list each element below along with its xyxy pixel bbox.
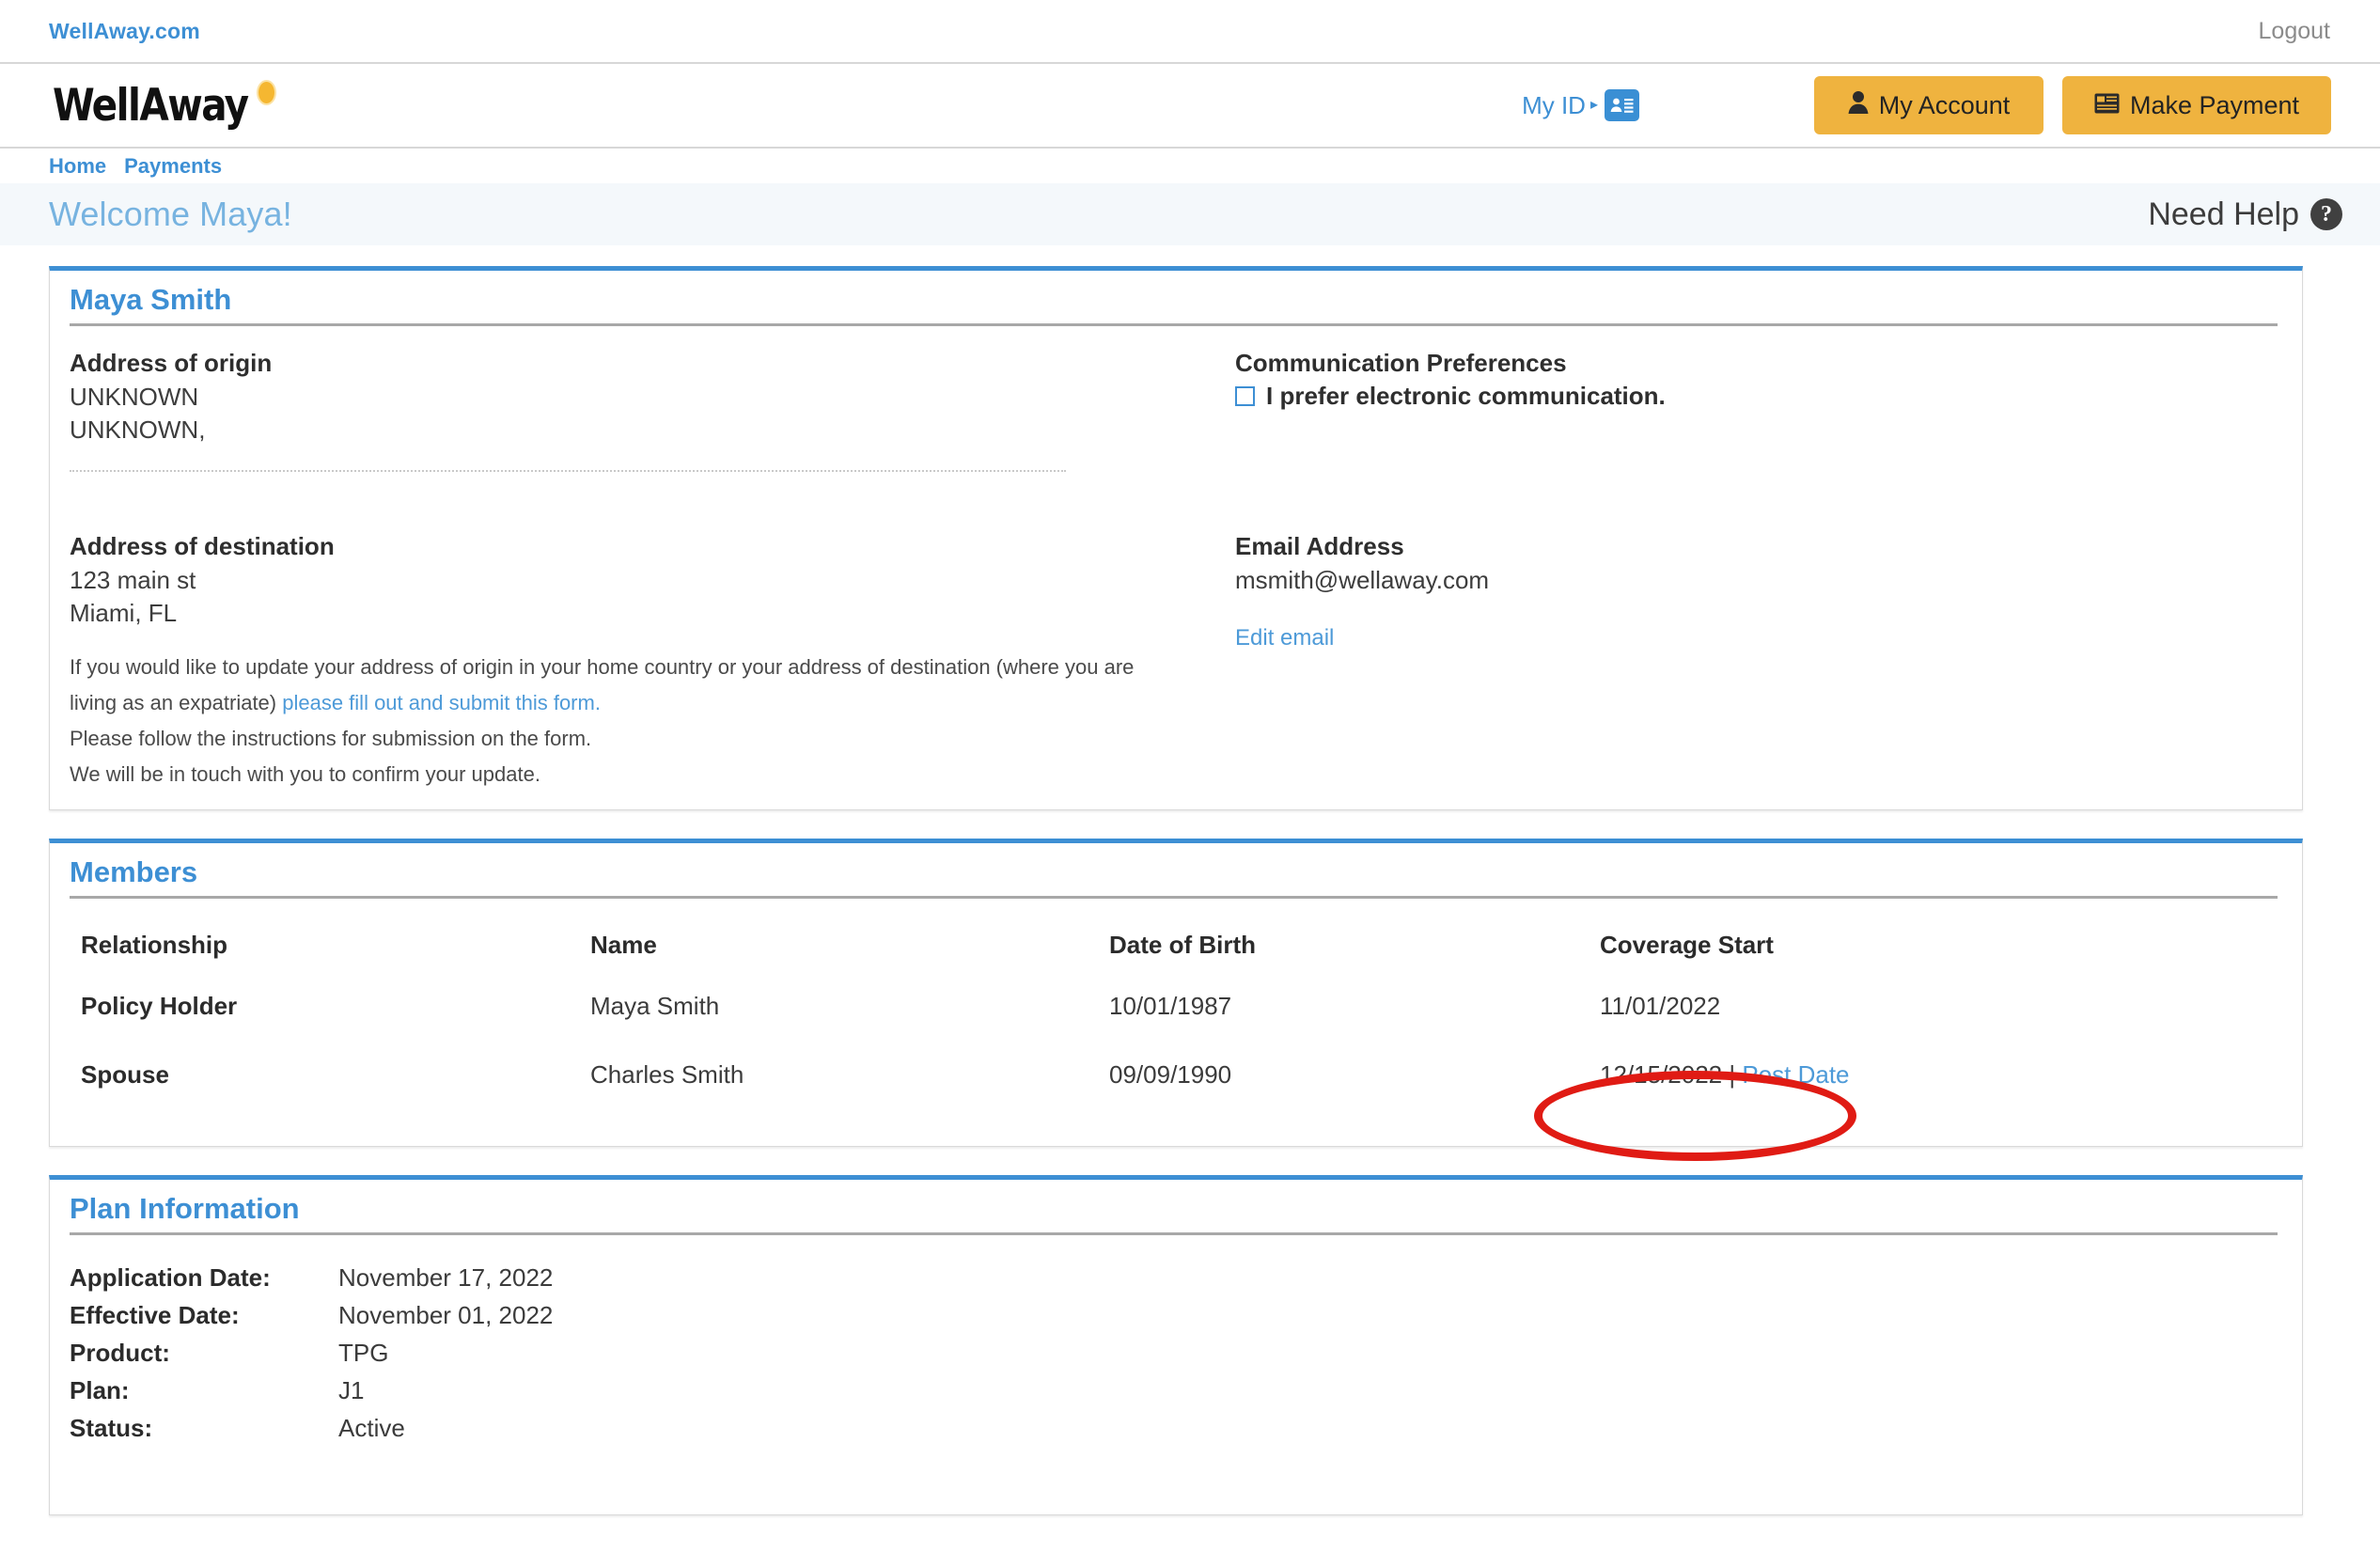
email-address-label: Email Address: [1235, 532, 1404, 561]
need-help-label: Need Help: [2148, 196, 2299, 232]
column-header-dob: Date of Birth: [1109, 930, 1256, 959]
site-header: WellAway My ID ▸ My Account Make Payment: [0, 64, 2380, 149]
communication-preferences-block: Communication Preferences I prefer elect…: [1235, 349, 2282, 479]
address-destination-block: Address of destination 123 main st Miami…: [70, 479, 1235, 792]
id-card-icon[interactable]: [1605, 89, 1639, 121]
address-origin-line1: UNKNOWN: [70, 383, 199, 411]
members-table-body: Policy Holder Maya Smith 10/01/1987 11/0…: [70, 992, 2282, 1129]
caret-right-icon: ▸: [1589, 97, 1598, 113]
credit-card-icon: [2094, 91, 2120, 120]
update-address-note-part3: We will be in touch with you to confirm …: [70, 761, 540, 786]
logout-link[interactable]: Logout: [2259, 18, 2331, 45]
cell-dob: 09/09/1990: [1109, 1059, 1232, 1089]
address-origin-line2: UNKNOWN,: [70, 415, 206, 444]
communication-preferences-label: Communication Preferences: [1235, 349, 1567, 377]
coverage-separator: |: [1722, 1059, 1743, 1089]
cell-dob: 10/01/1987: [1109, 991, 1232, 1020]
breadcrumb-item-home[interactable]: Home: [49, 154, 106, 179]
plan-key-application-date: Application Date:: [70, 1262, 271, 1292]
plan-information-panel-title: Plan Information: [70, 1191, 300, 1225]
email-block: Email Address msmith@wellaway.com Edit e…: [1235, 479, 2282, 792]
post-date-link[interactable]: Post Date: [1742, 1060, 1849, 1089]
update-address-note: If you would like to update your address…: [70, 650, 1179, 792]
my-id-label: My ID: [1522, 90, 1586, 119]
plan-key-plan: Plan:: [70, 1375, 130, 1404]
plan-key-effective-date: Effective Date:: [70, 1300, 240, 1329]
breadcrumb: Home Payments: [0, 149, 2380, 183]
coverage-start-with-post-date: 12/15/2022 | Post Date: [1600, 1060, 1850, 1090]
person-icon: [1848, 90, 1869, 120]
my-account-label: My Account: [1878, 90, 2011, 119]
cell-coverage-start: 11/01/2022: [1600, 991, 1721, 1020]
members-table: Relationship Name Date of Birth Coverage…: [70, 921, 2282, 1129]
address-form-link[interactable]: please fill out and submit this form.: [282, 691, 601, 714]
my-account-button[interactable]: My Account: [1814, 76, 2043, 134]
email-address-value: msmith@wellaway.com: [1235, 566, 1490, 595]
plan-value-product: TPG: [338, 1338, 389, 1367]
electronic-communication-checkbox[interactable]: [1235, 386, 1255, 406]
column-header-name: Name: [590, 930, 657, 959]
plan-information-panel-body: Application Date: November 17, 2022 Effe…: [50, 1235, 2302, 1514]
cell-relationship: Spouse: [81, 1059, 169, 1089]
address-origin-block: Address of origin UNKNOWN UNKNOWN,: [70, 349, 1235, 479]
top-utility-bar: WellAway.com Logout: [0, 0, 2380, 64]
members-panel: Members Relationship Name Date of Birth …: [49, 838, 2303, 1147]
address-divider: [70, 470, 1066, 473]
wellaway-logo[interactable]: WellAway: [53, 79, 277, 132]
make-payment-label: Make Payment: [2129, 90, 2300, 119]
profile-panel: Maya Smith Address of origin UNKNOWN UNK…: [49, 266, 2303, 810]
breadcrumb-item-payments[interactable]: Payments: [124, 154, 222, 179]
update-address-note-part1: If you would like to update your address…: [70, 655, 1135, 715]
profile-panel-title: Maya Smith: [70, 283, 232, 316]
welcome-bar: Welcome Maya! Need Help ?: [0, 183, 2380, 245]
members-panel-body: Relationship Name Date of Birth Coverage…: [50, 899, 2302, 1146]
plan-information-grid: Application Date: November 17, 2022 Effe…: [70, 1258, 2282, 1443]
plan-value-plan: J1: [338, 1375, 365, 1404]
plan-information-panel: Plan Information Application Date: Novem…: [49, 1174, 2303, 1515]
electronic-communication-label: I prefer electronic communication.: [1266, 382, 1666, 410]
column-header-coverage-start: Coverage Start: [1600, 930, 1774, 959]
coverage-start-date: 12/15/2022: [1600, 1059, 1723, 1089]
welcome-greeting: Welcome Maya!: [49, 195, 292, 233]
address-destination-line2: Miami, FL: [70, 598, 178, 627]
table-row: Policy Holder Maya Smith 10/01/1987 11/0…: [70, 992, 2282, 1060]
cell-name: Charles Smith: [590, 1059, 744, 1089]
need-help-link[interactable]: Need Help ?: [2148, 196, 2342, 233]
members-panel-title: Members: [70, 855, 198, 888]
profile-panel-body: Address of origin UNKNOWN UNKNOWN, Commu…: [50, 326, 2302, 809]
plan-value-application-date: November 17, 2022: [338, 1262, 554, 1292]
address-destination-label: Address of destination: [70, 532, 335, 561]
profile-grid: Address of origin UNKNOWN UNKNOWN, Commu…: [70, 349, 2282, 792]
question-mark-icon: ?: [2310, 198, 2342, 230]
cell-name: Maya Smith: [590, 991, 720, 1020]
logo-wordmark: WellAway: [53, 79, 249, 132]
edit-email-link[interactable]: Edit email: [1235, 625, 1334, 651]
plan-key-status: Status:: [70, 1413, 153, 1442]
update-address-note-part2: Please follow the instructions for submi…: [70, 726, 592, 750]
plan-value-status: Active: [338, 1413, 405, 1442]
members-table-head: Relationship Name Date of Birth Coverage…: [70, 921, 2282, 992]
cell-relationship: Policy Holder: [81, 991, 238, 1020]
site-link[interactable]: WellAway.com: [49, 19, 200, 44]
make-payment-button[interactable]: Make Payment: [2062, 76, 2331, 134]
my-id-link[interactable]: My ID ▸: [1522, 89, 1639, 121]
address-destination-line1: 123 main st: [70, 566, 196, 595]
electronic-communication-row[interactable]: I prefer electronic communication.: [1235, 382, 2282, 411]
address-origin-label: Address of origin: [70, 349, 273, 377]
table-row: Spouse Charles Smith 09/09/1990 12/15/20…: [70, 1060, 2282, 1129]
plan-value-effective-date: November 01, 2022: [338, 1300, 554, 1329]
plan-key-product: Product:: [70, 1338, 170, 1367]
column-header-relationship: Relationship: [81, 930, 228, 959]
cell-coverage-start: 12/15/2022 | Post Date: [1589, 1060, 2282, 1129]
table-header-row: Relationship Name Date of Birth Coverage…: [70, 921, 2282, 992]
logo-dot-icon: [257, 79, 277, 105]
